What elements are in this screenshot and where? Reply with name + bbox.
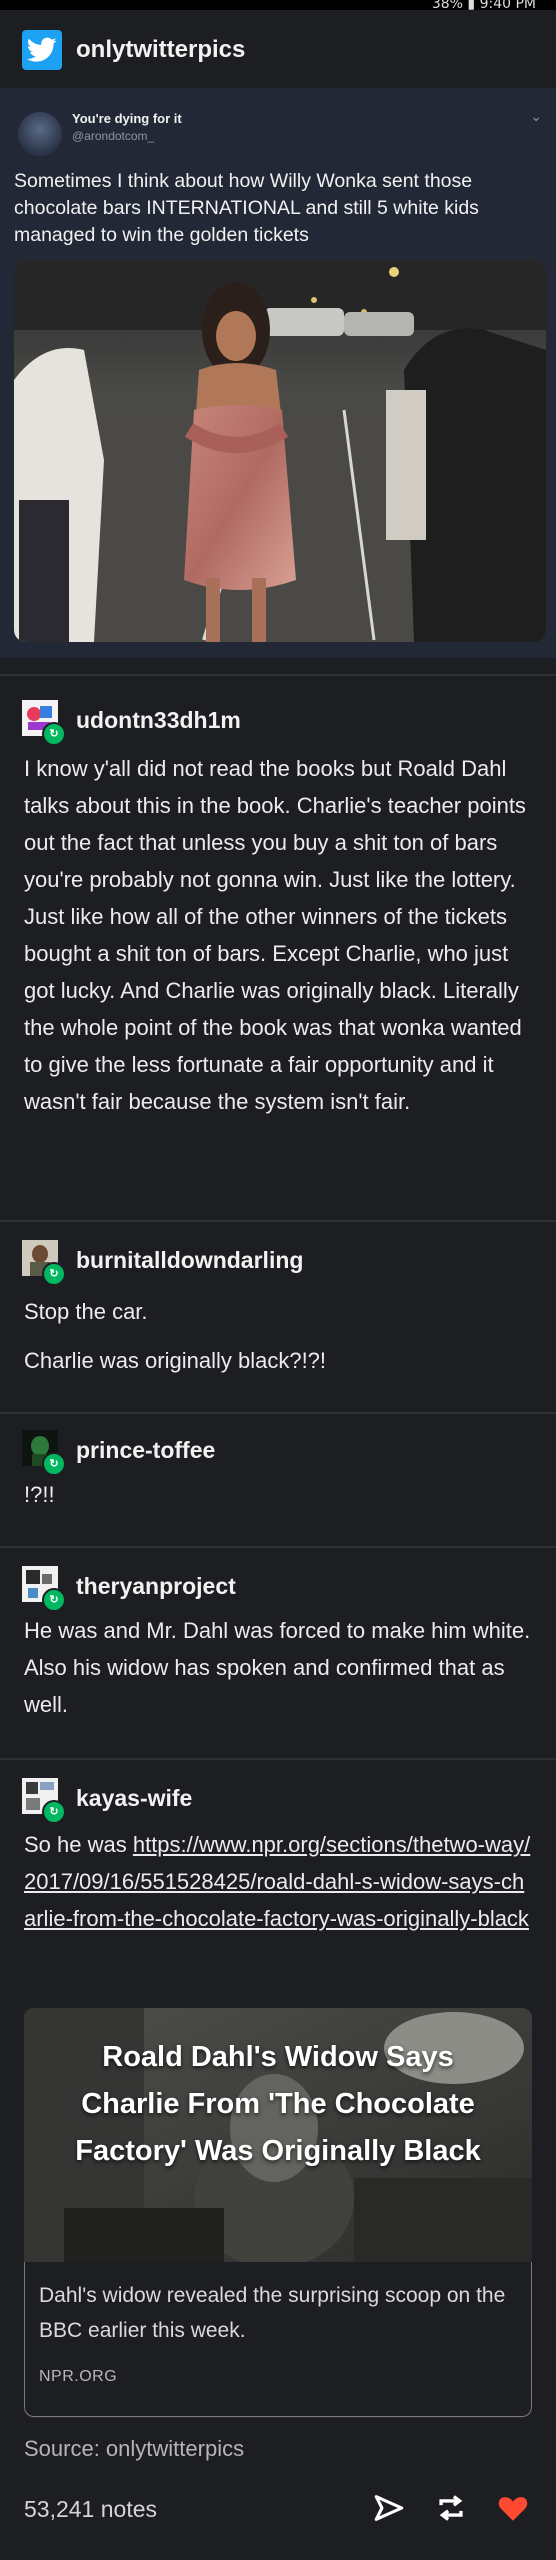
blog-avatar[interactable] — [22, 30, 62, 70]
avatar[interactable]: ↻ — [22, 1778, 66, 1824]
reblog-icon: ↻ — [42, 1452, 66, 1476]
share-icon[interactable] — [372, 2491, 406, 2525]
avatar[interactable]: ↻ — [22, 1240, 66, 1286]
blog-name[interactable]: onlytwitterpics — [76, 36, 245, 64]
reblog-divider — [0, 674, 556, 676]
reblog-username[interactable]: udontn33dh1m — [76, 707, 241, 734]
reblog-user[interactable]: ↻ burnitalldowndarling — [22, 1240, 303, 1286]
tweet-photo — [14, 260, 546, 642]
reblog-icon: ↻ — [42, 1800, 66, 1824]
reblog-paragraph: Stop the car. — [24, 1299, 148, 1324]
reblog-username[interactable]: prince-toffee — [76, 1437, 215, 1464]
reblog-divider — [0, 1546, 556, 1548]
avatar[interactable]: ↻ — [22, 700, 66, 746]
reblog-text: So he was https://www.npr.org/sections/t… — [24, 1826, 534, 1937]
reblog-paragraph: Charlie was originally black?!?! — [24, 1348, 327, 1373]
tumblr-post: onlytwitterpics You're dying for it @aro… — [0, 10, 556, 2560]
status-bar: 38% ▮ 9:40 PM — [0, 0, 556, 12]
link-preview-meta: Dahl's widow revealed the surprising sco… — [24, 2262, 532, 2417]
reblog-text: I know y'all did not read the books but … — [24, 750, 534, 1120]
link-preview-image: Roald Dahl's Widow Says Charlie From 'Th… — [24, 2008, 532, 2268]
reblog-paragraph: I know y'all did not read the books but … — [24, 756, 526, 1114]
link-preview-domain: NPR.ORG — [39, 2368, 118, 2385]
reblog-user[interactable]: ↻ udontn33dh1m — [22, 700, 241, 746]
reblog-user[interactable]: ↻ kayas-wife — [22, 1778, 192, 1824]
parking-lot-photo — [14, 260, 546, 642]
tweet-handle: @arondotcom_ — [72, 129, 155, 143]
post-source[interactable]: Source: onlytwitterpics — [24, 2436, 244, 2462]
embedded-tweet-image: You're dying for it @arondotcom_ ⌄ Somet… — [0, 88, 556, 658]
link-preview-card[interactable]: Roald Dahl's Widow Says Charlie From 'Th… — [24, 2008, 532, 2418]
link-preview-description: Dahl's widow revealed the surprising sco… — [39, 2284, 506, 2342]
reblog-icon: ↻ — [42, 1262, 66, 1286]
post-header: onlytwitterpics — [22, 30, 245, 70]
reblog-paragraph: !?!! — [24, 1482, 55, 1507]
tweet-avatar — [18, 112, 62, 156]
reblog-paragraph: He was and Mr. Dahl was forced to make h… — [24, 1618, 531, 1717]
reblog-action-icon[interactable] — [434, 2491, 468, 2525]
avatar[interactable]: ↻ — [22, 1566, 66, 1612]
reblog-user[interactable]: ↻ theryanproject — [22, 1566, 236, 1612]
link-preview-title: Roald Dahl's Widow Says Charlie From 'Th… — [75, 2041, 481, 2167]
reblog-divider — [0, 1412, 556, 1414]
reblog-username[interactable]: kayas-wife — [76, 1785, 192, 1812]
heart-icon[interactable] — [496, 2491, 530, 2525]
chevron-down-icon: ⌄ — [530, 108, 542, 124]
reblog-text: Stop the car. Charlie was originally bla… — [24, 1293, 534, 1379]
reblog-divider — [0, 1758, 556, 1760]
reblog-user[interactable]: ↻ prince-toffee — [22, 1430, 215, 1476]
reblog-icon: ↻ — [42, 722, 66, 746]
reblog-icon: ↻ — [42, 1588, 66, 1612]
twitter-bird-icon — [27, 37, 57, 62]
reblog-username[interactable]: theryanproject — [76, 1573, 236, 1600]
tweet-text: Sometimes I think about how Willy Wonka … — [14, 170, 479, 246]
reblog-text: He was and Mr. Dahl was forced to make h… — [24, 1612, 534, 1723]
reblog-paragraph: So he was https://www.npr.org/sections/t… — [24, 1826, 534, 1937]
reblog-divider — [0, 1220, 556, 1222]
reblog-username[interactable]: burnitalldowndarling — [76, 1247, 303, 1274]
avatar[interactable]: ↻ — [22, 1430, 66, 1476]
reblog-text: !?!! — [24, 1476, 534, 1513]
reblog-intro: So he was — [24, 1832, 133, 1857]
tweet-display-name: You're dying for it — [72, 111, 182, 126]
notes-count[interactable]: 53,241 notes — [24, 2496, 157, 2523]
